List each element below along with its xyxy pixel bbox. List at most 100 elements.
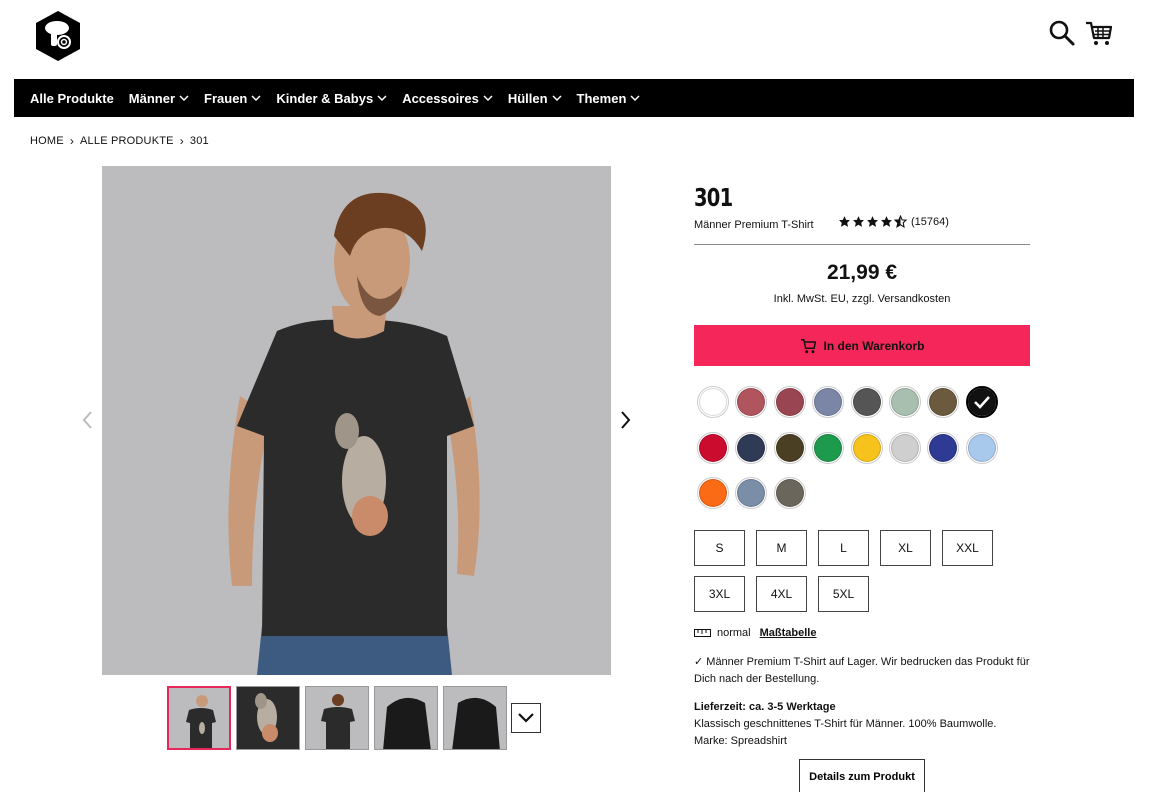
logo[interactable]: [34, 10, 82, 62]
brand: Marke: Spreadshirt: [694, 735, 787, 747]
nav-label: Alle Produkte: [30, 90, 114, 106]
swatch-color: [775, 433, 804, 462]
chevron-right-icon: ›: [69, 134, 75, 148]
swatch-color: [891, 433, 919, 462]
color-swatch[interactable]: [927, 431, 960, 464]
color-swatch[interactable]: [735, 431, 768, 464]
model-photo: [102, 166, 611, 675]
chevron-right-icon: ›: [179, 134, 184, 148]
chevron-down-icon: [630, 95, 640, 102]
color-swatch[interactable]: [735, 386, 768, 418]
more-thumbnails-button[interactable]: [511, 703, 541, 733]
swatch-color: [929, 433, 958, 462]
color-swatch[interactable]: [773, 386, 806, 418]
size-option-5xl[interactable]: 5XL: [818, 576, 869, 612]
nav-label: Frauen: [204, 90, 248, 106]
chevron-down-icon: [179, 95, 189, 102]
main-nav: Alle Produkte Männer Frauen Kinder & Bab…: [14, 79, 1134, 117]
color-swatch[interactable]: [697, 477, 729, 509]
size-option-xxl[interactable]: XXL: [942, 530, 993, 566]
color-swatch[interactable]: [889, 386, 921, 418]
size-option-3xl[interactable]: 3XL: [694, 576, 745, 612]
product-title: 301: [694, 183, 733, 212]
fit-info: normal Maßtabelle: [694, 627, 816, 639]
star-half-icon: [894, 215, 907, 228]
next-image-arrow-icon[interactable]: [616, 408, 636, 432]
chevron-down-icon: [483, 95, 493, 102]
tax-note: Inkl. MwSt. EU, zzgl. Versandkosten: [773, 293, 951, 305]
product-type: Männer Premium T-Shirt: [694, 219, 814, 231]
color-swatch[interactable]: [889, 431, 921, 464]
size-option-xl[interactable]: XL: [880, 530, 931, 566]
color-swatch[interactable]: [927, 386, 960, 418]
breadcrumb: HOME › ALLE PRODUKTE › 301: [30, 134, 209, 148]
swatch-color: [699, 388, 727, 416]
color-swatch[interactable]: [697, 386, 729, 418]
chevron-down-icon: [552, 95, 562, 102]
nav-item-accessoires[interactable]: Accessoires: [402, 91, 493, 106]
breadcrumb-alle-produkte[interactable]: ALLE PRODUKTE: [80, 135, 174, 147]
swatch-color: [852, 388, 881, 416]
swatch-color: [891, 388, 919, 416]
delivery-title: Lieferzeit: ca. 3-5 Werktage: [694, 701, 836, 713]
nav-item-maenner[interactable]: Männer: [129, 91, 189, 106]
search-icon[interactable]: [1047, 18, 1077, 48]
nav-item-kinder-babys[interactable]: Kinder & Babys: [276, 91, 387, 106]
size-option-s[interactable]: S: [694, 530, 745, 566]
stock-info: ✓ Männer Premium T-Shirt auf Lager. Wir …: [694, 654, 1034, 688]
nav-label: Themen: [576, 90, 627, 106]
thumbnail-design[interactable]: [236, 686, 300, 750]
nav-item-themen[interactable]: Themen: [577, 91, 641, 106]
product-description: Klassisch geschnittenes T-Shirt für Männ…: [694, 718, 997, 730]
nav-label: Männer: [128, 90, 176, 106]
prev-image-arrow-icon[interactable]: [78, 408, 98, 432]
chevron-down-icon: [377, 95, 387, 102]
breadcrumb-home[interactable]: HOME: [30, 135, 64, 147]
stock-text: Männer Premium T-Shirt auf Lager. Wir be…: [694, 656, 1030, 685]
star-full-icon: [853, 216, 864, 227]
color-swatch[interactable]: [965, 386, 998, 418]
cart-icon[interactable]: [1084, 18, 1114, 48]
swatch-color: [737, 433, 766, 462]
swatch-color: [852, 433, 881, 462]
nav-label: Hüllen: [507, 90, 548, 106]
color-swatch[interactable]: [965, 431, 998, 464]
swatch-color: [814, 388, 843, 416]
divider: [694, 244, 1030, 245]
nav-item-huellen[interactable]: Hüllen: [508, 91, 562, 106]
swatch-color: [775, 479, 804, 507]
thumbnail-sleeve-left[interactable]: [374, 686, 438, 750]
thumbnail-back-model[interactable]: [305, 686, 369, 750]
thumbnail-sleeve-right[interactable]: [443, 686, 507, 750]
star-full-icon: [881, 216, 892, 227]
nav-item-frauen[interactable]: Frauen: [204, 91, 261, 106]
nav-label: Kinder & Babys: [276, 90, 374, 106]
nav-label: Accessoires: [402, 90, 479, 106]
color-swatch[interactable]: [850, 431, 883, 464]
size-option-m[interactable]: M: [756, 530, 807, 566]
color-swatch[interactable]: [812, 386, 845, 418]
add-to-cart-label: In den Warenkorb: [823, 338, 925, 353]
delivery-info: Lieferzeit: ca. 3-5 Werktage Klassisch g…: [694, 699, 1034, 750]
product-main-image[interactable]: [102, 166, 611, 675]
color-swatch[interactable]: [812, 431, 845, 464]
size-chart-link[interactable]: Maßtabelle: [760, 627, 817, 639]
color-swatch[interactable]: [773, 477, 806, 509]
ruler-icon: [694, 629, 711, 637]
product-details-button[interactable]: Details zum Produkt: [799, 759, 925, 792]
size-option-4xl[interactable]: 4XL: [756, 576, 807, 612]
size-option-l[interactable]: L: [818, 530, 869, 566]
color-swatch[interactable]: [850, 386, 883, 418]
swatch-color: [967, 433, 996, 462]
thumbnail-front-model[interactable]: [167, 686, 231, 750]
fit-label: normal: [717, 627, 751, 639]
nav-item-alle-produkte[interactable]: Alle Produkte: [30, 91, 114, 106]
color-swatch[interactable]: [697, 431, 729, 464]
color-swatch[interactable]: [773, 431, 806, 464]
add-to-cart-button[interactable]: In den Warenkorb: [694, 325, 1030, 366]
color-swatch[interactable]: [735, 477, 768, 509]
rating[interactable]: (15764): [838, 215, 949, 228]
review-count: (15764): [911, 215, 949, 228]
price: 21,99 €: [826, 261, 898, 284]
check-icon: [973, 396, 990, 409]
